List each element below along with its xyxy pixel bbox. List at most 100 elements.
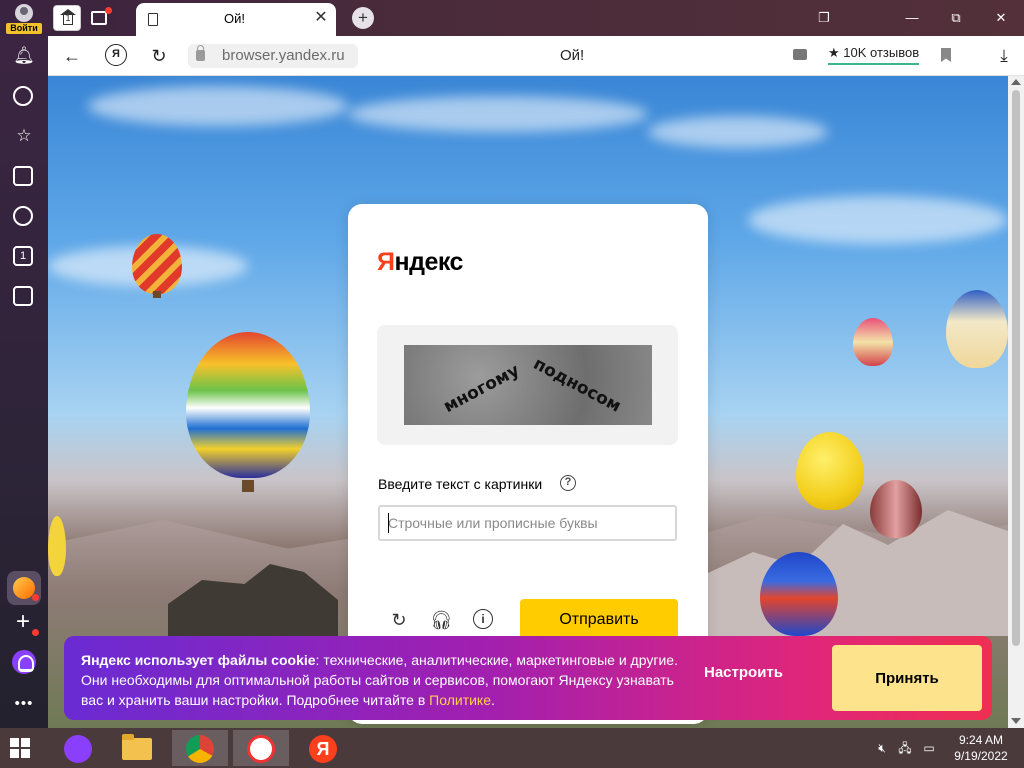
submit-button[interactable]: Отправить [520, 599, 678, 641]
history-icon[interactable] [13, 86, 33, 106]
alice-app[interactable] [50, 730, 106, 766]
bell-icon[interactable]: 🔔︎ [12, 44, 36, 68]
cloud [348, 96, 648, 132]
yandex-logo: Яндекс [377, 248, 463, 276]
captcha-text: многому [440, 360, 523, 417]
windows-taskbar: Я 🔇︎ 🖧︎ ▭ 9:24 AM 9/19/2022 [0, 728, 1024, 768]
cookie-text: Яндекс использует файлы cookie: техничес… [81, 652, 678, 708]
network-icon[interactable]: 🖧︎ [898, 741, 912, 755]
more-icon[interactable]: ••• [12, 692, 36, 716]
notes-icon[interactable] [13, 166, 33, 186]
reload-icon[interactable]: ↻ [147, 44, 171, 68]
plus-icon: + [16, 608, 31, 635]
headphones-icon[interactable]: 🎧︎ [430, 609, 453, 631]
scroll-up-icon[interactable] [1011, 79, 1021, 85]
bookmark-icon[interactable] [941, 48, 951, 62]
balloon [132, 234, 182, 294]
tab-group-icon [91, 11, 107, 25]
new-tab-button[interactable]: + [352, 7, 374, 29]
volume-muted-icon[interactable]: 🔇︎ [875, 741, 889, 755]
star-icon[interactable]: ☆ [12, 124, 36, 148]
add-tile[interactable]: + [7, 606, 41, 640]
tab-active[interactable]: Ой! ✕ [136, 3, 336, 36]
reviews-link[interactable]: ★ 10K отзывов [828, 45, 920, 65]
scroll-down-icon[interactable] [1011, 718, 1021, 724]
yandex[interactable]: Я [295, 730, 351, 766]
help-icon[interactable]: ? [560, 475, 576, 491]
info-icon[interactable]: i [473, 609, 493, 629]
url-host: browser.yandex.ru [222, 47, 345, 64]
download-icon[interactable]: ⤓ [993, 44, 1015, 68]
clock-time: 9:24 AM [958, 733, 1004, 747]
yandex-browser[interactable] [233, 730, 289, 766]
file-explorer[interactable] [108, 730, 164, 766]
home-tab-count: 1 [63, 13, 73, 25]
cookie-settings-button[interactable]: Настроить [704, 664, 783, 681]
chrome-icon [186, 735, 214, 763]
home-tab-button[interactable]: 1 [53, 5, 81, 31]
start-button[interactable] [10, 738, 30, 758]
balloon [48, 516, 66, 576]
close-icon[interactable]: ✕ [986, 5, 1016, 31]
notification-dot [32, 629, 39, 636]
address-bar: ← Я ↻ browser.yandex.ru Ой! ★ 10K отзыво… [48, 36, 1024, 76]
page-scrollbar[interactable] [1008, 76, 1024, 728]
back-icon[interactable]: ← [60, 44, 84, 68]
zen-tile[interactable] [7, 571, 41, 605]
captcha-image: многому подносом [404, 345, 652, 425]
folder-icon [122, 734, 152, 760]
new-tab-group-button[interactable] [87, 5, 115, 31]
balloon [796, 432, 864, 510]
scroll-thumb[interactable] [1012, 90, 1020, 646]
tab-title: Ой! [224, 11, 245, 26]
minimize-icon[interactable]: — [897, 5, 927, 31]
restore-icon[interactable]: ⧉ [941, 5, 971, 31]
captcha-text: подносом [530, 354, 624, 417]
balloon [760, 552, 838, 636]
balloon [946, 290, 1008, 368]
cookie-accept-button[interactable]: Принять [832, 645, 982, 711]
screenshot-icon[interactable] [13, 286, 33, 306]
signin-button[interactable]: Войти [4, 2, 44, 34]
balloon-basket [153, 291, 161, 298]
cookie-banner: Яндекс использует файлы cookie: техничес… [64, 636, 992, 720]
refresh-icon[interactable]: ↻ [388, 609, 410, 631]
yandex-browser-icon [247, 735, 275, 763]
signin-label: Войти [6, 23, 42, 34]
clock-date: 9/19/2022 [954, 749, 1008, 763]
notifications-icon[interactable]: ▭ [922, 741, 936, 755]
alice-icon[interactable] [12, 650, 36, 674]
cloud [748, 196, 1008, 244]
tab-close-icon[interactable]: ✕ [312, 8, 330, 28]
comment-icon[interactable] [793, 49, 807, 60]
url-field[interactable]: browser.yandex.ru [188, 44, 358, 68]
notification-dot [105, 7, 112, 14]
play-icon[interactable] [13, 206, 33, 226]
page-title: Ой! [560, 47, 585, 64]
chrome[interactable] [172, 730, 228, 766]
yandex-icon: Я [309, 735, 337, 763]
alice-icon [64, 735, 92, 763]
balloon [870, 480, 922, 538]
user-avatar-icon [15, 4, 33, 22]
captcha-container: многому подносом [377, 325, 678, 445]
text-caret [388, 513, 389, 533]
counter-icon[interactable]: 1 [13, 246, 33, 266]
balloon [853, 318, 893, 366]
captcha-prompt: Введите текст с картинки [378, 476, 543, 492]
lock-icon[interactable] [196, 45, 205, 61]
cloud [648, 116, 828, 148]
yandex-button[interactable]: Я [105, 44, 127, 66]
balloon [186, 332, 310, 478]
browser-sidebar: 🔔︎ ☆ 1 + ••• [0, 36, 48, 728]
page-icon [148, 13, 158, 26]
collections-icon[interactable]: ❐ [809, 5, 839, 31]
system-clock[interactable]: 9:24 AM 9/19/2022 [950, 732, 1012, 764]
captcha-input[interactable] [378, 505, 677, 541]
page-viewport: Яндекс многому подносом Введите текст с … [48, 76, 1008, 728]
tab-strip: Войти 1 Ой! ✕ + ❐ — ⧉ ✕ [0, 0, 1024, 36]
notification-dot [32, 594, 39, 601]
cloud [88, 86, 348, 126]
balloon-basket [242, 480, 254, 492]
policy-link[interactable]: Политике [429, 692, 491, 708]
